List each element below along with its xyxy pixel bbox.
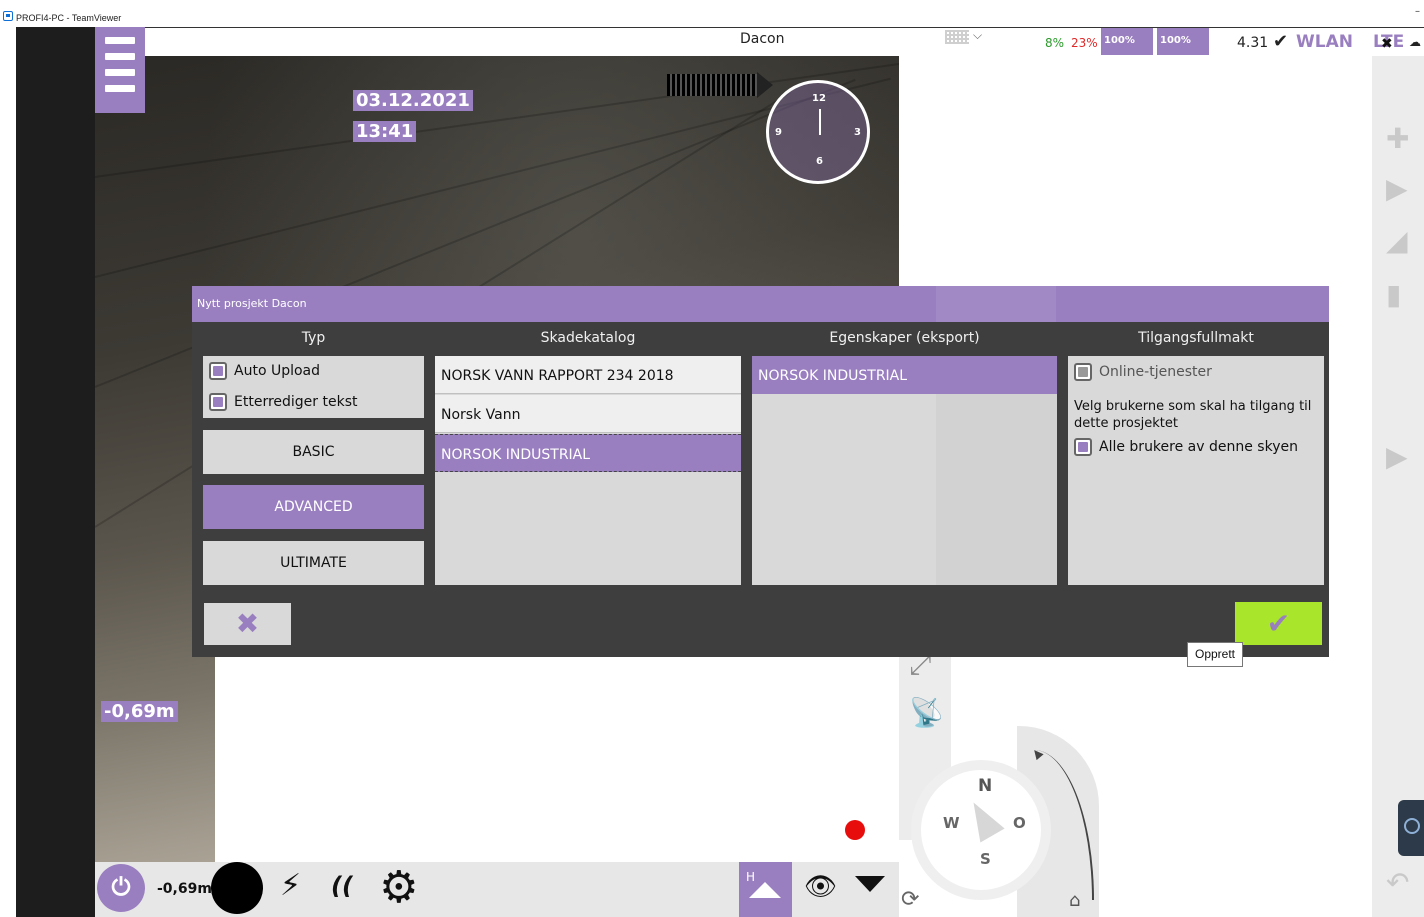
create-button[interactable]: ✔ (1235, 602, 1322, 645)
clock-hand (819, 109, 821, 135)
compass-needle (961, 795, 1005, 843)
wlan-status: WLAN (1296, 32, 1353, 52)
checkbox-icon (1074, 363, 1092, 381)
home-icon[interactable]: ⌂ (1069, 890, 1080, 911)
tool-icon-3[interactable]: ◢ (1386, 224, 1408, 257)
access-description: Velg brukerne som skal ha tilgang til de… (1074, 399, 1312, 431)
dialog-title-bar: Nytt prosjekt Dacon (192, 286, 1329, 322)
clock-9: 9 (775, 127, 782, 138)
clock-position-icon: 12 3 6 9 (766, 80, 870, 184)
list-item-selected[interactable]: NORSOK INDUSTRIAL (435, 434, 741, 472)
online-services-checkbox[interactable]: Online-tjenester (1074, 363, 1212, 381)
power-button[interactable]: ⏻ (97, 864, 145, 912)
all-users-checkbox[interactable]: Alle brukere av denne skyen (1074, 438, 1298, 456)
checkbox-icon (209, 393, 227, 411)
triangle-down-icon[interactable] (855, 876, 885, 892)
version-label: 4.31 (1237, 35, 1269, 51)
tool-icon-2[interactable]: ▶ (1386, 172, 1408, 205)
ultimate-button[interactable]: ULTIMATE (203, 541, 424, 585)
lte-disabled-icon: ✖ (1381, 36, 1393, 52)
column-header-tilgang: Tilgangsfullmakt (1138, 330, 1254, 346)
checkbox-icon (209, 362, 227, 380)
teamviewer-icon (3, 11, 13, 21)
all-users-label: Alle brukere av denne skyen (1099, 439, 1298, 455)
typ-options-box: Auto Upload Etterrediger tekst (203, 356, 424, 418)
grid-icon[interactable] (945, 30, 969, 44)
teamviewer-panel-tab[interactable] (1398, 800, 1424, 856)
bottom-toolbar: ⏻ -0,69m ⚡ (( ⚙ H 👁 (95, 862, 899, 917)
depth-readout: -0,69m (157, 881, 212, 897)
auto-upload-checkbox[interactable]: Auto Upload (209, 362, 320, 380)
column-header-skadekatalog: Skadekatalog (540, 330, 636, 346)
time-overlay: 13:41 (353, 121, 417, 142)
depth-overlay: -0,69m (101, 701, 178, 722)
basic-button[interactable]: BASIC (203, 430, 424, 474)
date-overlay: 03.12.2021 (353, 90, 473, 111)
compass-west: W (943, 814, 960, 832)
window-title: PROFI4-PC - TeamViewer (16, 13, 122, 23)
auto-upload-label: Auto Upload (234, 363, 321, 379)
battery-badge-1: 100% (1101, 28, 1153, 55)
check-icon: ✔ (1273, 31, 1289, 52)
tool-icon-5[interactable]: ▶ (1386, 440, 1408, 473)
right-toolbar: ✚ ▶ ◢ ▮ ▶ ↶ (1372, 56, 1424, 917)
triangle-up-icon (749, 882, 781, 898)
cpu-usage-red: 23% (1071, 36, 1098, 50)
compass: N W O S (911, 760, 1051, 900)
eye-icon[interactable]: 👁 (804, 872, 837, 902)
egenskaper-list: NORSOK INDUSTRIAL (752, 356, 1057, 585)
clock-12: 12 (812, 93, 826, 104)
record-indicator[interactable] (845, 820, 865, 840)
hamburger-menu-button[interactable] (95, 27, 145, 113)
compass-south: S (980, 850, 991, 868)
app-header: Dacon ⌵ 8% 23% 100% 100% 4.31 ✔ WLAN LTE… (145, 27, 1424, 56)
gear-icon[interactable]: ⚙ (379, 862, 418, 914)
signal-icon[interactable]: (( (331, 872, 353, 900)
list-item[interactable]: NORSK VANN RAPPORT 234 2018 (435, 356, 741, 394)
online-services-label: Online-tjenester (1099, 364, 1212, 380)
h-up-button[interactable]: H (739, 862, 792, 917)
etterrediger-label: Etterrediger tekst (234, 394, 358, 410)
create-tooltip: Opprett (1187, 642, 1243, 667)
chevron-down-icon[interactable]: ⌵ (973, 28, 982, 43)
compass-area: N W O S ⌂ ⟳ (899, 720, 1099, 917)
skadekatalog-list: NORSK VANN RAPPORT 234 2018 Norsk Vann N… (435, 356, 741, 585)
cancel-button[interactable]: ✖ (204, 603, 291, 645)
compass-north: N (978, 776, 993, 796)
list-item-selected[interactable]: NORSOK INDUSTRIAL (752, 356, 1057, 394)
cpu-usage-green: 8% (1045, 36, 1065, 50)
battery-badge-2: 100% (1157, 28, 1209, 55)
capture-button[interactable] (211, 862, 263, 914)
column-header-egenskaper: Egenskaper (eksport) (829, 330, 980, 346)
undo-icon[interactable]: ↶ (1386, 866, 1409, 899)
new-project-dialog: Nytt prosjekt Dacon Typ Skadekatalog Ege… (192, 286, 1329, 657)
tool-icon-4[interactable]: ▮ (1386, 278, 1401, 311)
cloud-icon: ☁ (1409, 35, 1421, 49)
minimize-button[interactable]: – (1415, 6, 1420, 17)
refresh-icon[interactable]: ⟳ (901, 887, 919, 912)
menu-line (105, 53, 135, 60)
column-header-typ: Typ (301, 330, 326, 346)
clock-6: 6 (816, 156, 823, 167)
menu-line (105, 37, 135, 44)
tool-icon-1[interactable]: ✚ (1386, 122, 1409, 155)
window-title-bar: PROFI4-PC - TeamViewer – (0, 0, 1424, 27)
advanced-button[interactable]: ADVANCED (203, 485, 424, 529)
compass-east: O (1013, 814, 1026, 832)
flash-icon[interactable]: ⚡ (280, 868, 301, 903)
etterrediger-checkbox[interactable]: Etterrediger tekst (209, 393, 357, 411)
menu-line (105, 85, 135, 92)
title-highlight (936, 286, 1056, 322)
left-black-strip (16, 27, 95, 917)
app-title: Dacon (740, 31, 785, 47)
screen: PROFI4-PC - TeamViewer – 03.12.2021 13:4… (0, 0, 1424, 917)
menu-line (105, 69, 135, 76)
list-item[interactable]: Norsk Vann (435, 395, 741, 433)
clock-3: 3 (854, 127, 861, 138)
dialog-title: Nytt prosjekt Dacon (197, 297, 307, 310)
checkbox-icon (1074, 438, 1092, 456)
tilgang-panel: Online-tjenester Velg brukerne som skal … (1068, 356, 1324, 585)
direction-arrow-icon (667, 72, 773, 98)
